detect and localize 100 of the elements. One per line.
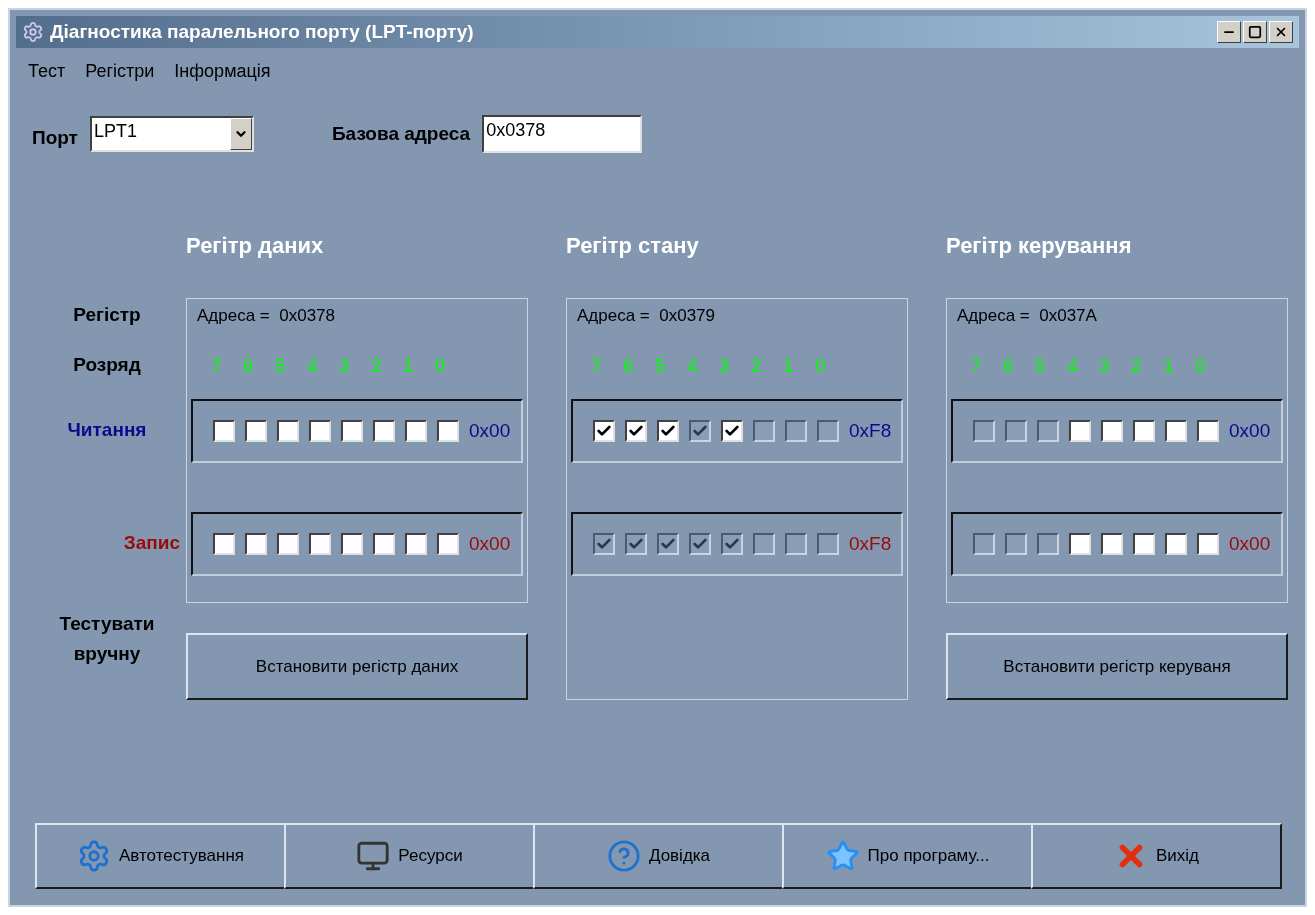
- check-icon: [596, 423, 612, 439]
- check-icon: [628, 423, 644, 439]
- bit-checkbox[interactable]: [1133, 420, 1155, 442]
- register-title: Регітр стану: [566, 232, 700, 260]
- bit-number: 3: [719, 353, 731, 378]
- row-label: Регістр: [73, 302, 141, 327]
- menu-item[interactable]: Регістри: [85, 58, 155, 85]
- register-value: 0xF8: [849, 531, 892, 556]
- set-register-button[interactable]: Встановити регістр даних: [186, 633, 528, 700]
- star-icon: [825, 839, 860, 873]
- toolbar-button[interactable]: Вихід: [1031, 823, 1282, 889]
- help-icon: [606, 839, 641, 873]
- bit-checkbox[interactable]: [341, 420, 363, 442]
- maximize-icon: [1248, 25, 1262, 39]
- port-label: Порт: [32, 125, 78, 150]
- menu-item[interactable]: Тест: [28, 58, 66, 85]
- address-label: Адреса = 0x037A: [957, 305, 1097, 328]
- check-icon: [692, 536, 708, 552]
- bit-checkbox[interactable]: [277, 533, 299, 555]
- bit-number: 6: [243, 353, 255, 378]
- toolbar-button[interactable]: Довідка: [533, 823, 784, 889]
- register-title: Регітр даних: [186, 232, 325, 260]
- bit-checkbox[interactable]: [309, 533, 331, 555]
- bit-number: 2: [751, 353, 763, 378]
- register-value: 0x00: [1229, 418, 1271, 443]
- check-icon: [724, 423, 740, 439]
- window-title: Діагностика паралельного порту (LPT-порту): [50, 19, 474, 44]
- minimize-button[interactable]: [1217, 21, 1241, 43]
- bit-number: 6: [623, 353, 635, 378]
- register-title: Регітр керування: [946, 232, 1133, 260]
- check-icon: [692, 423, 708, 439]
- close-button[interactable]: [1269, 21, 1293, 43]
- row-label: Тестувати вручну: [58, 612, 156, 666]
- set-register-button[interactable]: Встановити регістр керуваня: [946, 633, 1288, 700]
- bit-number: 4: [307, 353, 319, 378]
- bit-number: 2: [371, 353, 383, 378]
- menu-item[interactable]: Інформація: [174, 58, 271, 85]
- bit-checkbox[interactable]: [213, 420, 235, 442]
- bit-checkbox[interactable]: [625, 420, 647, 442]
- bit-number: 1: [1163, 353, 1175, 378]
- bit-checkbox[interactable]: [341, 533, 363, 555]
- close-icon: [1274, 25, 1288, 39]
- check-icon: [596, 536, 612, 552]
- bit-checkbox[interactable]: [1069, 420, 1091, 442]
- row-label: Запис: [123, 530, 180, 555]
- bit-checkbox[interactable]: [1165, 533, 1187, 555]
- maximize-button[interactable]: [1243, 21, 1267, 43]
- bit-checkbox[interactable]: [1165, 420, 1187, 442]
- gear-icon: [77, 839, 111, 873]
- register-value: 0x00: [469, 531, 511, 556]
- bit-number: 0: [815, 353, 827, 378]
- row-label: Розряд: [73, 352, 141, 377]
- bit-checkbox[interactable]: [405, 420, 427, 442]
- bit-checkbox[interactable]: [437, 533, 459, 555]
- bit-checkbox[interactable]: [657, 420, 679, 442]
- address-label: Адреса = 0x0379: [577, 305, 715, 328]
- base-address-label: Базова адреса: [331, 121, 471, 146]
- bit-number: 6: [1003, 353, 1015, 378]
- bit-checkbox[interactable]: [1069, 533, 1091, 555]
- bit-checkbox[interactable]: [245, 420, 267, 442]
- bit-checkbox[interactable]: [1197, 533, 1219, 555]
- bit-checkbox[interactable]: [1197, 420, 1219, 442]
- port-dropdown[interactable]: LPT1: [89, 116, 254, 152]
- bit-number: 5: [275, 353, 287, 378]
- address-label: Адреса = 0x0378: [197, 305, 335, 328]
- toolbar-button[interactable]: Про програму...: [782, 823, 1033, 889]
- bit-checkbox[interactable]: [721, 420, 743, 442]
- bit-checkbox[interactable]: [1133, 533, 1155, 555]
- bit-number: 0: [435, 353, 447, 378]
- bit-checkbox[interactable]: [1101, 420, 1123, 442]
- bit-number: 1: [403, 353, 415, 378]
- bit-number: 0: [1195, 353, 1207, 378]
- check-icon: [660, 423, 676, 439]
- bit-checkbox[interactable]: [405, 533, 427, 555]
- bit-number: 5: [1035, 353, 1047, 378]
- toolbar-button[interactable]: Автотестування: [35, 823, 286, 889]
- bit-number: 7: [211, 353, 223, 378]
- bit-checkbox[interactable]: [593, 420, 615, 442]
- bit-checkbox[interactable]: [245, 533, 267, 555]
- check-icon: [724, 536, 740, 552]
- bit-checkbox[interactable]: [437, 420, 459, 442]
- bit-number: 3: [339, 353, 351, 378]
- bit-number: 7: [591, 353, 603, 378]
- register-value: 0x00: [1229, 531, 1271, 556]
- bit-checkbox[interactable]: [373, 533, 395, 555]
- bit-number: 5: [655, 353, 667, 378]
- toolbar-button[interactable]: Ресурси: [284, 823, 535, 889]
- gear-icon: [22, 21, 44, 43]
- bit-number: 4: [687, 353, 699, 378]
- bit-checkbox[interactable]: [213, 533, 235, 555]
- register-value: 0xF8: [849, 418, 892, 443]
- bit-number: 2: [1131, 353, 1143, 378]
- bit-checkbox[interactable]: [373, 420, 395, 442]
- check-icon: [660, 536, 676, 552]
- bit-checkbox[interactable]: [277, 420, 299, 442]
- bit-number: 4: [1067, 353, 1079, 378]
- bit-checkbox[interactable]: [1101, 533, 1123, 555]
- row-label: Читання: [67, 417, 147, 442]
- base-address-field[interactable]: 0x0378: [482, 115, 643, 153]
- bit-checkbox[interactable]: [309, 420, 331, 442]
